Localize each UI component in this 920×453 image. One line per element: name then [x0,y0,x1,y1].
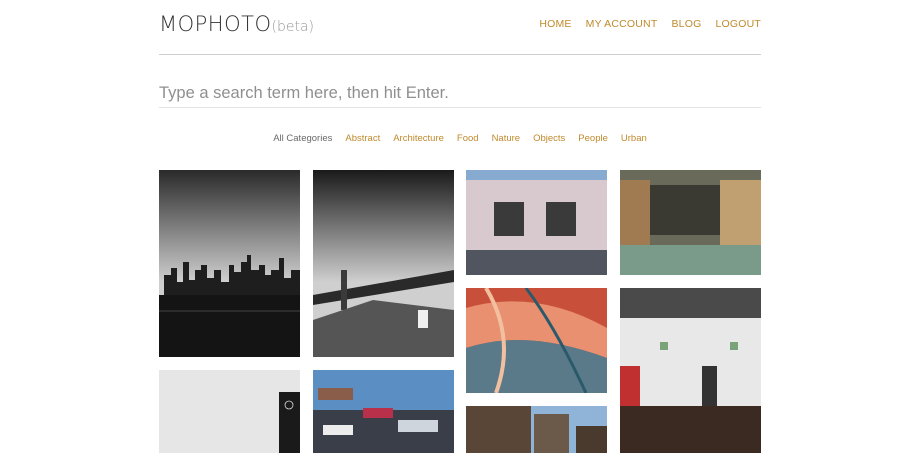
photo-warehouse[interactable] [620,170,761,275]
category-food[interactable]: Food [457,133,479,144]
page: MOPHOTO(beta) HOME MY ACCOUNT BLOG LOGOU… [159,0,761,144]
photo-abstract-paint[interactable] [466,288,607,393]
photo-city-skyline[interactable] [159,170,300,357]
category-abstract[interactable]: Abstract [345,133,380,144]
logo-beta-badge: (beta) [271,19,315,35]
nav-home-link[interactable]: HOME [539,18,571,30]
photo-stacked-cars[interactable] [313,370,454,453]
logo-name: MOPHOTO [159,12,272,36]
nav-my-account-link[interactable]: MY ACCOUNT [586,18,658,30]
category-filter: All Categories Abstract Architecture Foo… [159,133,761,144]
site-header: MOPHOTO(beta) HOME MY ACCOUNT BLOG LOGOU… [159,0,761,55]
nav-blog-link[interactable]: BLOG [671,18,701,30]
photo-buildings[interactable] [466,406,607,453]
category-people[interactable]: People [578,133,608,144]
main-nav: HOME MY ACCOUNT BLOG LOGOUT [539,18,761,30]
nav-logout-link[interactable]: LOGOUT [715,18,761,30]
photo-bridge[interactable] [313,170,454,357]
search-input[interactable] [159,80,761,108]
logo[interactable]: MOPHOTO(beta) [159,12,314,36]
photo-white-wall[interactable] [159,370,300,453]
category-nature[interactable]: Nature [492,133,521,144]
category-all[interactable]: All Categories [273,133,332,144]
photo-coffee-bar[interactable] [620,288,761,453]
category-urban[interactable]: Urban [621,133,647,144]
category-architecture[interactable]: Architecture [393,133,444,144]
photo-garage-doors[interactable] [466,170,607,275]
category-objects[interactable]: Objects [533,133,565,144]
